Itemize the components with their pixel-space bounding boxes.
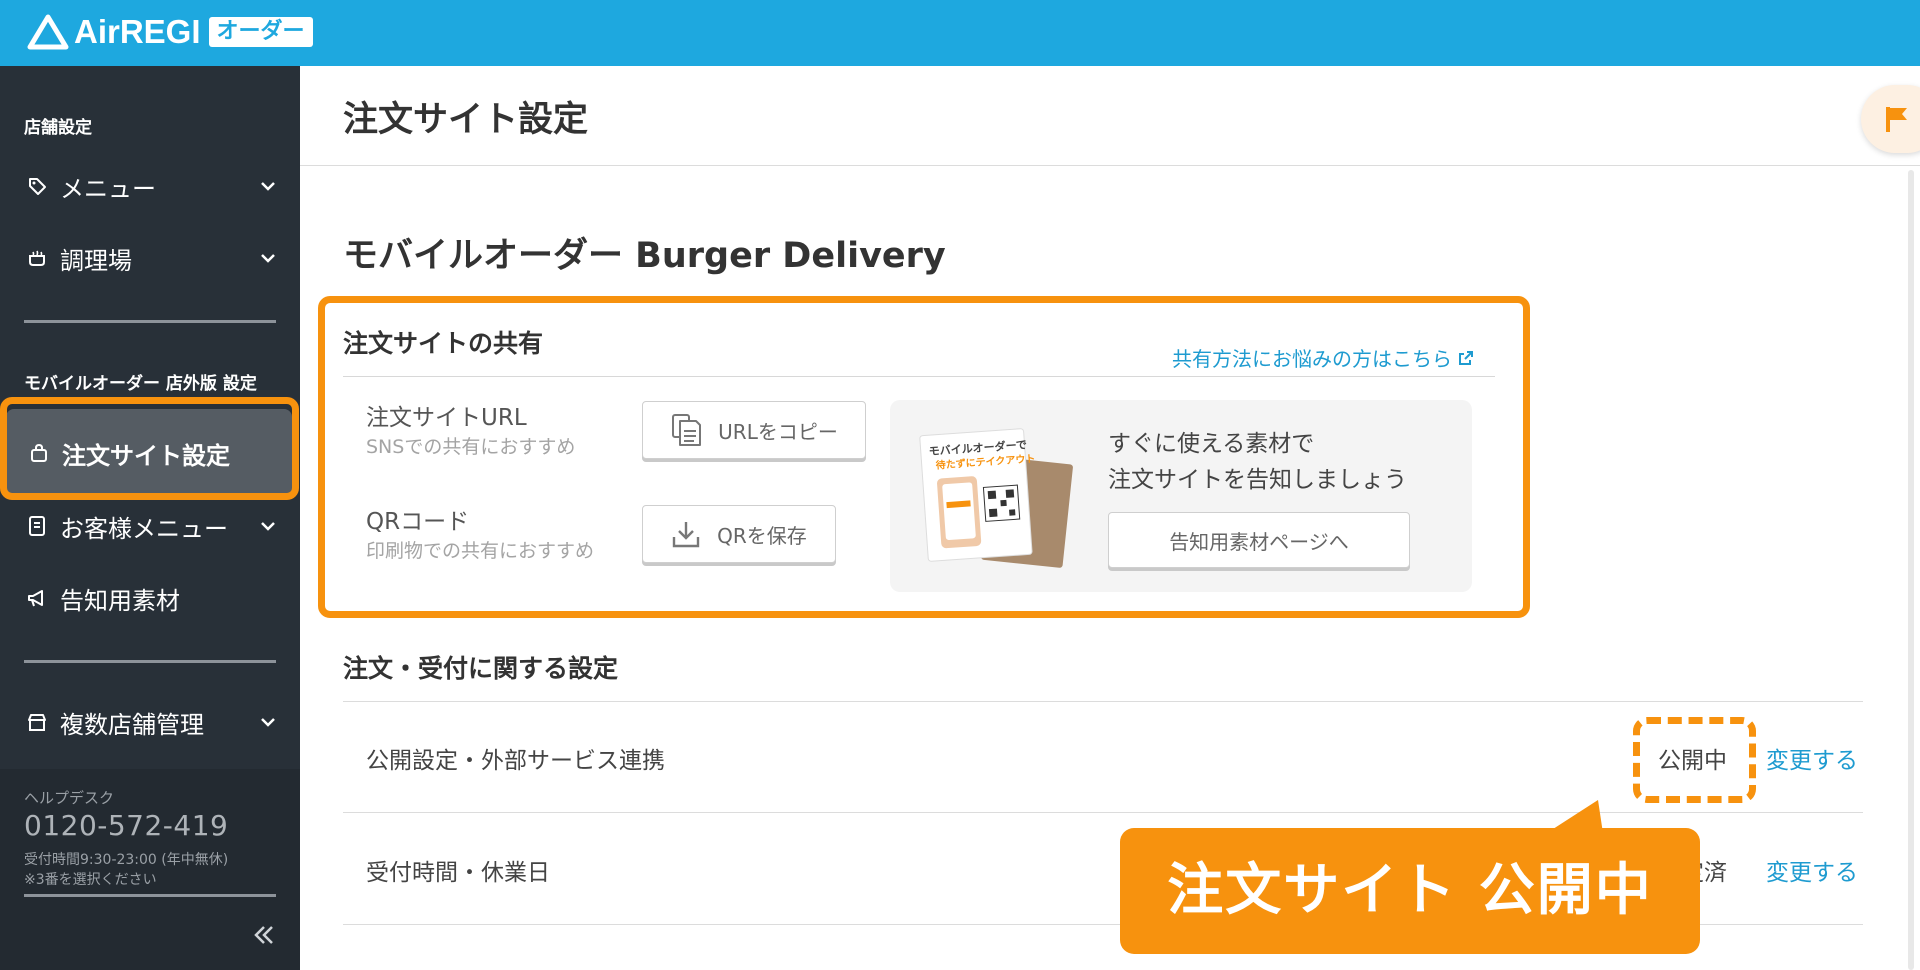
url-option-sub: SNSでの共有におすすめ [366,436,576,458]
hours-setting-label: 受付時間・休業日 [366,860,550,886]
promo-text-line2: 注文サイトを告知しましょう [1108,467,1407,493]
callout-text: 注文サイト 公開中 [1167,858,1653,923]
promo-materials-page-button[interactable]: 告知用素材ページへ [1108,512,1410,568]
store-title: モバイルオーダー Burger Delivery [343,236,946,276]
feedback-flag-button[interactable] [1861,85,1920,153]
sidebar-divider [24,660,276,663]
sidebar-item-label: 複数店舗管理 [60,710,204,739]
scrollbar[interactable] [1908,170,1914,970]
url-option-label: 注文サイトURL [366,405,527,431]
cooking-pot-icon [26,247,48,269]
promo-panel: モバイルオーダーで 待たずにテイクアウト すぐに使える素材で 注文サイトを告知し… [890,400,1472,592]
tag-icon [26,175,48,197]
chevron-down-icon [261,254,275,263]
change-publish-setting-link[interactable]: 変更する [1766,741,1858,775]
sidebar-item-customer-menu[interactable]: お客様メニュー [0,496,300,556]
sidebar-item-multi-store[interactable]: 複数店舗管理 [0,692,300,752]
sidebar-divider [24,894,276,897]
qr-option-sub: 印刷物での共有におすすめ [366,540,595,562]
share-section-title: 注文サイトの共有 [343,329,544,358]
sidebar-item-label: お客様メニュー [60,514,228,543]
sidebar-item-kitchen[interactable]: 調理場 [0,228,300,288]
save-qr-label: QRを保存 [717,523,807,548]
page-header: 注文サイト設定 [300,66,1920,166]
flag-icon [1886,107,1907,132]
helpdesk-panel: ヘルプデスク 0120-572-419 受付時間9:30-23:00 (年中無休… [0,769,300,970]
save-qr-button[interactable]: QRを保存 [642,505,836,563]
highlight-frame [0,397,299,500]
copy-url-button[interactable]: URLをコピー [642,401,866,459]
app-logo[interactable]: AirREGI オーダー [26,13,313,50]
sidebar: 店舗設定 メニュー 調理場 モバイルオーダー 店外版 設定 注文サイト設定 お客… [0,66,300,970]
section-divider [343,376,1495,377]
chevron-down-icon [261,522,275,531]
promo-flyer-image: モバイルオーダーで 待たずにテイクアウト [916,426,1076,571]
brand-badge: オーダー [208,17,313,47]
external-link-icon [1459,350,1473,365]
promo-text-line1: すぐに使える素材で [1108,431,1315,457]
top-bar: AirREGI オーダー [0,0,1920,66]
helpdesk-note: ※3番を選択ください [24,872,157,888]
sidebar-divider [24,320,276,323]
copy-url-label: URLをコピー [718,419,838,444]
brand-name: AirREGI [74,13,201,50]
download-icon [672,522,700,548]
menu-card-icon [26,515,48,537]
sidebar-section-mobile-order: モバイルオーダー 店外版 設定 [24,374,257,394]
promo-button-label: 告知用素材ページへ [1169,529,1349,554]
change-hours-link[interactable]: 変更する [1766,853,1858,887]
megaphone-icon [26,587,48,609]
chevron-down-icon [261,182,275,191]
status-callout: 注文サイト 公開中 [1120,828,1700,954]
store-icon [26,711,48,733]
copy-icon [672,414,702,446]
collapse-sidebar-icon[interactable] [250,921,278,949]
row-divider [343,812,1863,813]
share-help-link-label: 共有方法にお悩みの方はこちら [1172,347,1452,371]
order-settings-title: 注文・受付に関する設定 [343,654,619,683]
publish-setting-label: 公開設定・外部サービス連携 [366,748,665,774]
helpdesk-hours: 受付時間9:30-23:00 (年中無休) [24,852,229,868]
helpdesk-phone: 0120-572-419 [24,809,229,842]
sidebar-item-menu[interactable]: メニュー [0,156,300,216]
chevron-down-icon [261,718,275,727]
helpdesk-label: ヘルプデスク [24,789,115,807]
sidebar-item-label: メニュー [60,174,156,203]
sidebar-section-store-settings: 店舗設定 [24,118,92,138]
sidebar-item-label: 告知用素材 [60,586,180,615]
page-title: 注文サイト設定 [343,100,589,140]
share-help-link[interactable]: 共有方法にお悩みの方はこちら [1172,343,1474,372]
sidebar-item-label: 調理場 [60,246,132,275]
sidebar-item-promo-materials[interactable]: 告知用素材 [0,568,300,628]
status-highlight-frame [1633,717,1756,803]
row-divider [343,701,1863,702]
air-logo-icon [27,14,69,50]
qr-option-label: QRコード [366,509,470,535]
